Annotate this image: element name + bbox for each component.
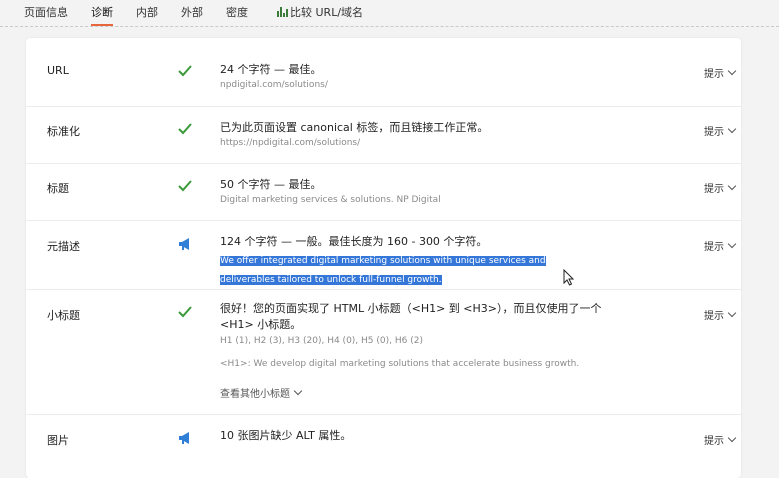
row-detail: npdigital.com/solutions/	[220, 80, 328, 90]
tab-internal[interactable]: 内部	[136, 4, 158, 20]
row-detail-selected: We offer integrated digital marketing so…	[220, 256, 546, 266]
row-message: 124 个字符 — 一般。最佳长度为 160 - 300 个字符。	[220, 235, 488, 248]
megaphone-icon	[179, 238, 189, 250]
tab-page-info[interactable]: 页面信息	[24, 4, 68, 20]
megaphone-icon	[179, 432, 189, 444]
row-message: 24 个字符 — 最佳。	[220, 63, 322, 76]
chevron-down-icon	[293, 386, 303, 396]
chevron-down-icon	[727, 308, 737, 318]
hint-toggle[interactable]: 提示	[704, 123, 737, 138]
hint-label: 提示	[704, 69, 724, 80]
row-images: 图片 10 张图片缺少 ALT 属性。 提示	[26, 414, 741, 478]
show-more-label: 查看其他小标题	[220, 389, 290, 400]
check-icon	[178, 65, 192, 77]
hint-label: 提示	[704, 127, 724, 138]
hint-toggle[interactable]: 提示	[704, 65, 737, 80]
tab-divider	[0, 26, 779, 27]
row-label: 图片	[47, 434, 69, 447]
row-message: <H1> 小标题。	[220, 318, 302, 331]
row-canonical: 标准化 已为此页面设置 canonical 标签，而且链接工作正常。 https…	[26, 106, 741, 164]
hint-label: 提示	[704, 311, 724, 322]
row-message: 已为此页面设置 canonical 标签，而且链接工作正常。	[220, 121, 489, 134]
diagnostics-card: URL 24 个字符 — 最佳。 npdigital.com/solutions…	[26, 38, 741, 478]
row-label: URL	[47, 64, 69, 77]
hint-toggle[interactable]: 提示	[704, 307, 737, 322]
tab-density[interactable]: 密度	[226, 4, 248, 20]
chevron-down-icon	[727, 181, 737, 191]
check-icon	[178, 180, 192, 192]
row-label: 标题	[47, 182, 69, 195]
row-url: URL 24 个字符 — 最佳。 npdigital.com/solutions…	[26, 38, 741, 107]
hint-toggle[interactable]: 提示	[704, 432, 737, 447]
row-detail: Digital marketing services & solutions. …	[220, 195, 441, 205]
hint-label: 提示	[704, 436, 724, 447]
row-message: 10 张图片缺少 ALT 属性。	[220, 429, 352, 442]
tab-compare-label: 比较 URL/域名	[290, 6, 364, 19]
row-message: 50 个字符 — 最佳。	[220, 178, 322, 191]
check-icon	[178, 123, 192, 135]
h1-text: <H1>: We develop digital marketing solut…	[220, 359, 580, 369]
row-detail: https://npdigital.com/solutions/	[220, 138, 361, 148]
chevron-down-icon	[727, 124, 737, 134]
hint-toggle[interactable]: 提示	[704, 238, 737, 253]
row-content: 已为此页面设置 canonical 标签，而且链接工作正常。 https://n…	[220, 120, 610, 150]
tab-compare[interactable]: 比较 URL/域名	[277, 4, 363, 20]
row-content: 10 张图片缺少 ALT 属性。	[220, 428, 610, 444]
row-headings: 小标题 很好！您的页面实现了 HTML 小标题（<H1> 到 <H3>），而且仅…	[26, 289, 741, 415]
row-content: 124 个字符 — 一般。最佳长度为 160 - 300 个字符。 We off…	[220, 234, 610, 288]
row-content: 50 个字符 — 最佳。 Digital marketing services …	[220, 177, 610, 207]
show-more-headings[interactable]: 查看其他小标题	[220, 385, 620, 400]
check-icon	[178, 306, 192, 318]
hint-label: 提示	[704, 184, 724, 195]
heading-counts: H1 (1), H2 (3), H3 (20), H4 (0), H5 (0),…	[220, 336, 423, 346]
hint-toggle[interactable]: 提示	[704, 180, 737, 195]
row-message: 很好！您的页面实现了 HTML 小标题（<H1> 到 <H3>），而且仅使用了一…	[220, 302, 602, 315]
hint-label: 提示	[704, 242, 724, 253]
row-label: 小标题	[47, 309, 80, 322]
row-meta-description: 元描述 124 个字符 — 一般。最佳长度为 160 - 300 个字符。 We…	[26, 220, 741, 290]
row-title: 标题 50 个字符 — 最佳。 Digital marketing servic…	[26, 163, 741, 221]
row-content: 很好！您的页面实现了 HTML 小标题（<H1> 到 <H3>），而且仅使用了一…	[220, 301, 620, 400]
bar-chart-icon	[277, 7, 288, 17]
tab-diagnostics[interactable]: 诊断	[91, 4, 113, 26]
row-content: 24 个字符 — 最佳。 npdigital.com/solutions/	[220, 62, 610, 92]
row-label: 标准化	[47, 125, 80, 138]
row-label: 元描述	[47, 240, 80, 253]
chevron-down-icon	[727, 239, 737, 249]
chevron-down-icon	[727, 433, 737, 443]
chevron-down-icon	[727, 66, 737, 76]
mouse-cursor-icon	[563, 269, 575, 286]
tab-external[interactable]: 外部	[181, 4, 203, 20]
row-detail-selected: deliverables tailored to unlock full-fun…	[220, 275, 442, 285]
tab-bar: 页面信息 诊断 内部 外部 密度 比较 URL/域名	[0, 0, 779, 26]
